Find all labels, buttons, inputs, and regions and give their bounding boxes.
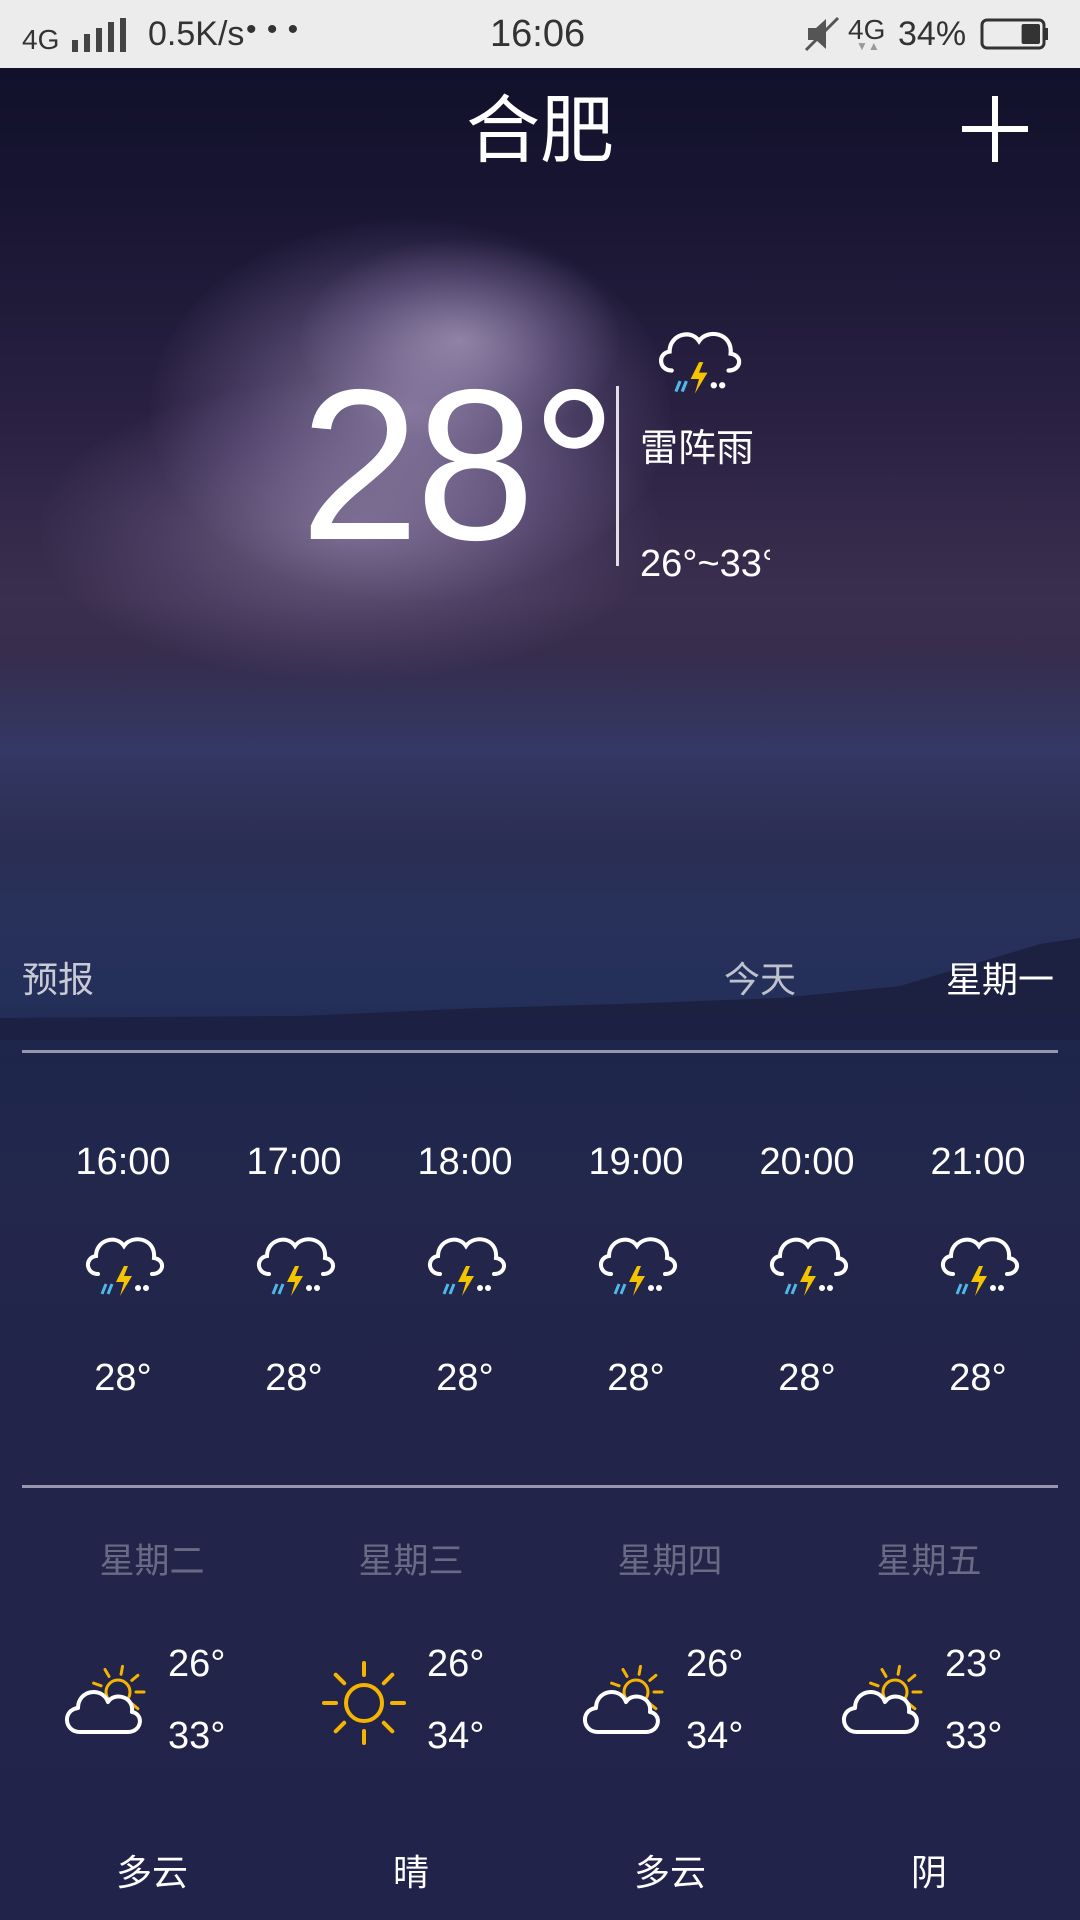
day-name: 星期四	[617, 1542, 723, 1582]
partly-cloudy-icon	[583, 1664, 664, 1734]
partly-cloudy-icon	[842, 1664, 923, 1734]
day-temp-high: 26°	[168, 1643, 226, 1685]
hourly-time: 19:00	[588, 1141, 684, 1183]
current-divider	[616, 386, 619, 566]
network-type: 4G	[22, 24, 60, 55]
city-name: 合肥	[466, 88, 614, 174]
tab-today[interactable]: 今天	[724, 956, 796, 1006]
thunderstorm-icon	[257, 1237, 335, 1296]
add-city-button[interactable]	[960, 94, 1030, 164]
data-arrows-icon: ▼▲	[856, 39, 880, 53]
more-notifications-icon: • • •	[246, 13, 300, 46]
day-temp-low: 34°	[427, 1715, 485, 1757]
day-name: 星期五	[876, 1542, 982, 1582]
clock: 16:06	[490, 13, 586, 55]
tab-monday[interactable]: 星期一	[946, 956, 1054, 1006]
mute-icon	[804, 16, 840, 52]
hourly-temperature: 28°	[94, 1357, 152, 1399]
hourly-time: 20:00	[759, 1141, 855, 1183]
day-condition: 阴	[910, 1853, 947, 1894]
thunderstorm-icon	[599, 1237, 677, 1296]
background-scenery	[0, 0, 1080, 1920]
hourly-time: 16:00	[75, 1141, 171, 1183]
plus-icon	[962, 96, 1028, 162]
thunderstorm-icon	[770, 1237, 848, 1296]
battery-percent: 34%	[898, 15, 967, 53]
day-condition: 多云	[115, 1853, 188, 1894]
battery-icon	[980, 18, 1048, 50]
day-temp-low: 33°	[945, 1715, 1003, 1757]
forecast-label: 预报	[22, 960, 95, 1001]
mountain-silhouette	[0, 938, 1080, 1040]
hourly-temperature: 28°	[265, 1357, 323, 1399]
hourly-temperature: 28°	[607, 1357, 665, 1399]
hourly-time: 21:00	[930, 1141, 1026, 1183]
thunderstorm-icon	[659, 331, 742, 394]
signal-icon	[72, 18, 126, 52]
forecast-divider-bottom	[22, 1485, 1058, 1488]
partly-cloudy-icon	[65, 1664, 146, 1734]
forecast-divider-top	[22, 1050, 1058, 1053]
current-condition: 雷阵雨	[640, 426, 755, 470]
sun-icon	[322, 1661, 406, 1745]
status-bar: 4G 0.5K/s • • • 16:06 4G ▼▲ 34%	[0, 0, 1080, 68]
hourly-time: 18:00	[417, 1141, 513, 1183]
hourly-temperature: 28°	[436, 1357, 494, 1399]
day-name: 星期三	[358, 1542, 464, 1582]
day-temp-high: 26°	[427, 1643, 485, 1685]
day-temp-high: 26°	[686, 1643, 744, 1685]
current-temp-range: 26°~33°	[640, 543, 770, 585]
current-temperature: 28°	[300, 344, 617, 585]
network-speed: 0.5K/s	[148, 15, 245, 53]
horizon-haze	[0, 650, 1080, 850]
day-condition: 多云	[633, 1853, 706, 1894]
thunderstorm-icon	[86, 1237, 164, 1296]
hourly-time: 17:00	[246, 1141, 342, 1183]
hourly-temperature: 28°	[778, 1357, 836, 1399]
hourly-temperature: 28°	[949, 1357, 1007, 1399]
day-temp-low: 33°	[168, 1715, 226, 1757]
thunderstorm-icon	[941, 1237, 1019, 1296]
day-condition: 晴	[392, 1853, 429, 1894]
day-temp-low: 34°	[686, 1715, 744, 1757]
thunderstorm-icon	[428, 1237, 506, 1296]
day-temp-high: 23°	[945, 1643, 1003, 1685]
day-name: 星期二	[99, 1542, 205, 1582]
